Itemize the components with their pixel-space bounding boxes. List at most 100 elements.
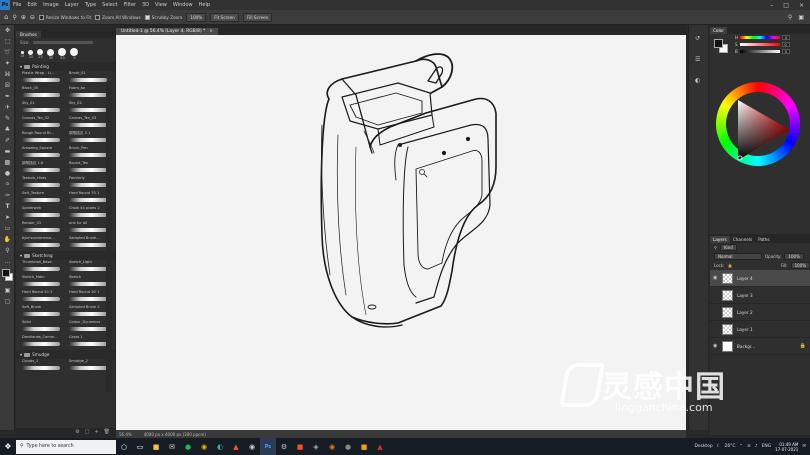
adjustments-icon[interactable]: ◐ — [695, 77, 702, 84]
fg-color[interactable] — [714, 39, 723, 48]
menu-edit[interactable]: Edit — [24, 2, 40, 8]
preset-30[interactable]: 30 — [47, 48, 55, 60]
brush-item[interactable]: Sketch_Light — [69, 260, 110, 275]
chevron-up-icon[interactable]: ⌃ — [739, 444, 743, 449]
brush-item[interactable]: Sketch — [69, 275, 110, 290]
crop-icon[interactable]: ⌘ — [0, 69, 15, 80]
layers-tab[interactable]: Layers — [710, 236, 730, 243]
eye-icon[interactable]: ◉ — [713, 275, 718, 281]
task-view-icon[interactable]: ▭ — [132, 438, 148, 455]
zoom-level[interactable]: 56.4% — [119, 432, 132, 437]
brush-item[interactable]: Solid — [22, 320, 63, 335]
brush-item[interactable]: Smudge_2 — [69, 359, 110, 374]
saturation-slider[interactable] — [739, 43, 780, 46]
network-icon[interactable]: ≋ — [747, 444, 751, 449]
layer-row[interactable]: Layer 1 — [710, 321, 810, 338]
volume-icon[interactable]: ♪ — [755, 444, 758, 449]
brush-item[interactable]: one fur all — [69, 221, 110, 236]
layer-row[interactable]: Layer 3 — [710, 287, 810, 304]
brush-item[interactable]: Brush_Pen — [69, 146, 110, 161]
close-tab-icon[interactable]: × — [209, 29, 213, 34]
menu-type[interactable]: Type — [82, 2, 99, 8]
menu-filter[interactable]: Filter — [121, 2, 139, 8]
pen-icon[interactable]: ✑ — [0, 190, 15, 201]
paths-tab[interactable]: Paths — [755, 236, 772, 243]
resize-windows-checkbox[interactable]: Resize Windows to Fit — [38, 14, 91, 20]
brush-item[interactable]: Round_Tex — [69, 161, 110, 176]
screen-mode-icon[interactable]: ▢ — [0, 296, 15, 307]
zoom-all-checkbox[interactable]: Zoom All Windows — [95, 14, 141, 20]
brush-item[interactable]: Spiderweb — [22, 206, 63, 221]
figma-icon[interactable]: ■ — [292, 438, 308, 455]
clone-stamp-icon[interactable]: ♣ — [0, 124, 15, 135]
more-tools-icon[interactable]: … — [0, 256, 15, 267]
kind-dropdown[interactable]: Kind — [719, 244, 737, 251]
rectangle-icon[interactable]: ▭ — [0, 223, 15, 234]
brush-item[interactable]: Painterly — [69, 176, 110, 191]
brushes-tab[interactable]: Brushes — [16, 31, 41, 38]
brightness-slider[interactable] — [739, 50, 780, 53]
eye-icon[interactable]: ◉ — [713, 343, 718, 349]
frame-icon[interactable]: ☒ — [0, 80, 15, 91]
file-explorer-icon[interactable]: ■ — [148, 438, 164, 455]
app2-icon[interactable]: ● — [340, 438, 356, 455]
workspace-icon[interactable]: ▣ — [798, 14, 804, 21]
menu-3d[interactable]: 3D — [139, 2, 152, 8]
lasso-icon[interactable]: ➰ — [0, 47, 15, 58]
brush-item[interactable]: Dashlands_Comm... — [22, 335, 63, 350]
brush-item[interactable]: Canvas_Tex_03 — [69, 116, 110, 131]
marquee-icon[interactable]: ⬚ — [0, 36, 15, 47]
channels-tab[interactable]: Channels — [730, 236, 755, 243]
saturation-value[interactable]: 0 — [781, 42, 790, 47]
brush-item[interactable]: Sky_01 — [22, 101, 63, 116]
brightness-value[interactable]: 0 — [781, 49, 790, 54]
brush-item[interactable]: Amazing_Square — [22, 146, 63, 161]
brush-item[interactable]: Rough Round Br... — [22, 131, 63, 146]
preset-25[interactable]: 25 — [37, 49, 44, 59]
zoom-icon[interactable]: ⚲ — [0, 245, 15, 256]
minimize-icon[interactable]: – — [770, 2, 773, 9]
brush-item[interactable]: Soft_Brush — [22, 305, 63, 320]
maximize-icon[interactable]: □ — [783, 2, 789, 9]
weather-temp[interactable]: 26°C — [725, 444, 736, 449]
eraser-icon[interactable]: ▬ — [0, 146, 15, 157]
preset-15[interactable]: 15 — [20, 50, 24, 58]
brush-item[interactable]: Hard Round 70 1 — [69, 191, 110, 206]
brush-item[interactable]: Brush_01 — [69, 71, 110, 86]
brush-group-smudge[interactable]: ▾ Smudge — [16, 350, 115, 359]
foreground-swatch[interactable] — [2, 269, 10, 277]
settings-icon[interactable]: ⚙ — [276, 438, 292, 455]
language-indicator[interactable]: ENG — [762, 444, 771, 449]
vpn-icon[interactable]: ◉ — [244, 438, 260, 455]
type-icon[interactable]: T — [0, 201, 15, 212]
brush-item[interactable]: Thumbnail_Base — [22, 260, 63, 275]
brush-icon[interactable]: ✎ — [0, 113, 15, 124]
brave-icon[interactable]: ▲ — [228, 438, 244, 455]
brush-group-painting[interactable]: ▾ Painting — [16, 62, 115, 71]
mail-icon[interactable]: ✉ — [164, 438, 180, 455]
brush-item[interactable]: Texture_Hints — [22, 176, 63, 191]
spotify-icon[interactable]: ● — [180, 438, 196, 455]
document-tab[interactable]: Untitled-1 @ 56.4% (Layer 4, RGB/8) * × — [116, 28, 218, 35]
notification-icon[interactable]: ✉ — [802, 444, 806, 449]
history-brush-icon[interactable]: ✐ — [0, 135, 15, 146]
layer-row[interactable]: Layer 2 — [710, 304, 810, 321]
layer-row[interactable]: ◉ Layer 4 — [710, 270, 810, 287]
brush-item[interactable]: Kyle'scommerce... — [22, 236, 63, 251]
color-tab[interactable]: Color — [710, 27, 727, 34]
close-icon[interactable]: × — [799, 2, 804, 9]
hand-icon[interactable]: ✋ — [0, 234, 15, 245]
brush-item[interactable]: Hard Round 30 1 — [69, 290, 110, 305]
brush-item[interactable]: 钢笔描边 3.1 — [69, 131, 110, 146]
menu-layer[interactable]: Layer — [62, 2, 82, 8]
brush-item[interactable]: Chalk 44 pixels 2 — [69, 206, 110, 221]
new-group-icon[interactable]: □ — [85, 429, 90, 435]
preset-50[interactable]: 50 — [58, 48, 67, 60]
preset-20[interactable]: 20 — [28, 49, 34, 59]
app-icon[interactable]: ◈ — [308, 438, 324, 455]
brush-item[interactable]: Grass 1 — [69, 335, 110, 350]
menu-view[interactable]: View — [152, 2, 170, 8]
hue-slider[interactable] — [740, 36, 781, 39]
menu-window[interactable]: Window — [170, 2, 196, 8]
layer-row[interactable]: ◉ Backgr... 🔒 — [710, 338, 810, 355]
